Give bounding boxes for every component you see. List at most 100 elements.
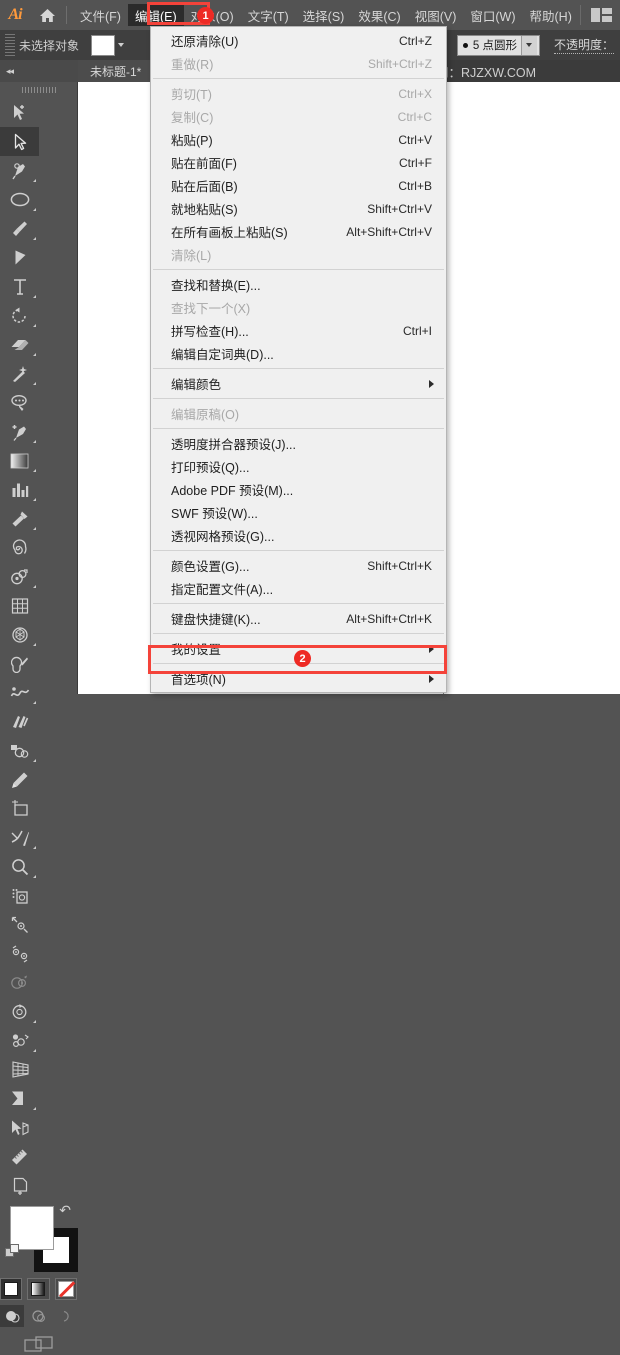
menu-file[interactable]: 文件(F): [73, 4, 128, 26]
chevron-down-icon[interactable]: [118, 43, 125, 47]
free-transform-tool[interactable]: [0, 939, 39, 968]
ellipse-tool[interactable]: [0, 185, 39, 214]
blend-tool[interactable]: [0, 562, 39, 591]
menu-item-print-presets[interactable]: 打印预设(Q)...: [151, 455, 446, 478]
menu-item-find-and-replace[interactable]: 查找和替换(E)...: [151, 273, 446, 296]
rotate-view-tool[interactable]: [0, 997, 39, 1026]
menu-item-label: 透视网格预设(G)...: [171, 530, 275, 544]
direct-selection-tool[interactable]: [0, 127, 39, 156]
rotate-tool[interactable]: [0, 301, 39, 330]
default-fill-stroke-icon[interactable]: [5, 1244, 20, 1264]
menu-item-assign-profile[interactable]: 指定配置文件(A)...: [151, 577, 446, 600]
menu-item-paste[interactable]: 粘贴(P) Ctrl+V: [151, 128, 446, 151]
selection-tool[interactable]: [0, 98, 39, 127]
menu-item-edit-custom-dictionary[interactable]: 编辑自定词典(D)...: [151, 342, 446, 365]
zoom-tool[interactable]: [0, 852, 39, 881]
menu-item-edit-colors[interactable]: 编辑颜色: [151, 372, 446, 395]
swap-fill-stroke-icon[interactable]: ↶: [59, 1202, 71, 1219]
menu-item-copy: 复制(C) Ctrl+C: [151, 105, 446, 128]
menu-item-preferences[interactable]: 首选项(N): [151, 667, 446, 690]
width-tool[interactable]: [0, 707, 39, 736]
column-graph-tool[interactable]: [0, 475, 39, 504]
pen-tool[interactable]: [0, 156, 39, 185]
menubar-right-divider: [580, 5, 581, 25]
new-artboard-tool[interactable]: [0, 1171, 39, 1200]
print-tiling-tool[interactable]: [0, 881, 39, 910]
scale-tool[interactable]: [0, 910, 39, 939]
edit-menu-dropdown[interactable]: 还原清除(U) Ctrl+Z 重做(R) Shift+Ctrl+Z 剪切(T) …: [150, 26, 447, 693]
menu-item-paste-in-place[interactable]: 就地粘贴(S) Shift+Ctrl+V: [151, 197, 446, 220]
reshape-tool[interactable]: [0, 968, 39, 997]
menu-item-paste-on-all-artboards[interactable]: 在所有画板上粘贴(S) Alt+Shift+Ctrl+V: [151, 220, 446, 243]
eyedropper-tool[interactable]: [0, 504, 39, 533]
control-bar-grip[interactable]: [5, 34, 15, 56]
collapse-panel-icon[interactable]: ◂◂: [0, 60, 78, 82]
color-mode-none[interactable]: [54, 1278, 77, 1300]
menu-item-shortcut: Alt+Shift+Ctrl+K: [346, 611, 432, 626]
menu-help[interactable]: 帮助(H): [523, 4, 579, 26]
menu-item-label: 复制(C): [171, 111, 214, 125]
shape-builder-tool[interactable]: [0, 243, 39, 272]
menu-item-check-spelling[interactable]: 拼写检查(H)... Ctrl+I: [151, 319, 446, 342]
warp-tool[interactable]: [0, 678, 39, 707]
gradient-tool[interactable]: [0, 446, 39, 475]
menu-item-label: 我的设置: [171, 643, 222, 657]
color-mode-solid[interactable]: [0, 1278, 23, 1300]
menu-item-paste-in-front[interactable]: 贴在前面(F) Ctrl+F: [151, 151, 446, 174]
magic-wand-tool[interactable]: [0, 359, 39, 388]
tools-panel-grip[interactable]: [0, 82, 77, 98]
menu-effect[interactable]: 效果(C): [351, 4, 407, 26]
menu-item-label: 清除(L): [171, 249, 212, 263]
menu-item-color-settings[interactable]: 颜色设置(G)... Shift+Ctrl+K: [151, 554, 446, 577]
perspective-selection-tool[interactable]: [0, 1113, 39, 1142]
shape-tool[interactable]: [0, 736, 39, 765]
measure-tool[interactable]: [0, 1142, 39, 1171]
live-paint-bucket-tool[interactable]: [0, 620, 39, 649]
stroke-profile-select[interactable]: 5 点圆形: [456, 34, 540, 56]
menu-window[interactable]: 窗口(W): [463, 4, 522, 26]
menu-item-paste-in-back[interactable]: 贴在后面(B) Ctrl+B: [151, 174, 446, 197]
menu-item-adobe-pdf-presets[interactable]: Adobe PDF 预设(M)...: [151, 478, 446, 501]
knife-tool[interactable]: [0, 1084, 39, 1113]
menu-item-label: 贴在后面(B): [171, 180, 238, 194]
submenu-arrow-icon: [429, 379, 434, 388]
blob-brush-tool[interactable]: [0, 649, 39, 678]
menu-item-perspective-grid-presets[interactable]: 透视网格预设(G)...: [151, 524, 446, 547]
lasso-tool[interactable]: [0, 388, 39, 417]
chevron-down-icon[interactable]: [520, 35, 537, 55]
menu-item-keyboard-shortcuts[interactable]: 键盘快捷键(K)... Alt+Shift+Ctrl+K: [151, 607, 446, 630]
menu-item-label: 打印预设(Q)...: [171, 461, 250, 475]
paintbrush-tool[interactable]: [0, 214, 39, 243]
menu-item-transparency-flattener-presets[interactable]: 透明度拼合器预设(J)...: [151, 432, 446, 455]
menu-item-label: 键盘快捷键(K)...: [171, 613, 261, 627]
document-tab[interactable]: 未标题-1*: [78, 60, 155, 82]
draw-normal-mode[interactable]: [0, 1305, 25, 1327]
arrange-documents-icon[interactable]: [591, 8, 612, 22]
fill-swatch-control[interactable]: [91, 34, 116, 56]
eraser-tool[interactable]: [0, 330, 39, 359]
slice-tool[interactable]: [0, 823, 39, 852]
spiral-tool[interactable]: [0, 533, 39, 562]
menu-item-swf-presets[interactable]: SWF 预设(W)...: [151, 501, 446, 524]
draw-behind-mode[interactable]: [26, 1305, 50, 1327]
pencil-tool[interactable]: [0, 765, 39, 794]
menu-view[interactable]: 视图(V): [408, 4, 464, 26]
symbol-sprayer-tool[interactable]: [0, 1026, 39, 1055]
change-screen-mode-icon[interactable]: [0, 1335, 77, 1355]
mesh-tool[interactable]: [0, 591, 39, 620]
fill-stroke-controls: ↶: [0, 1202, 78, 1276]
menu-select[interactable]: 选择(S): [296, 4, 352, 26]
opacity-label[interactable]: 不透明度：: [553, 36, 614, 54]
menu-item-label: 透明度拼合器预设(J)...: [171, 438, 296, 452]
perspective-grid-tool[interactable]: [0, 1055, 39, 1084]
artboard-tool[interactable]: [0, 794, 39, 823]
color-mode-gradient[interactable]: [27, 1278, 50, 1300]
menu-type[interactable]: 文字(T): [241, 4, 296, 26]
type-tool[interactable]: [0, 272, 39, 301]
menu-item-undo[interactable]: 还原清除(U) Ctrl+Z: [151, 29, 446, 52]
add-anchor-point-tool[interactable]: [0, 417, 39, 446]
home-icon[interactable]: [30, 0, 64, 30]
menu-item-label: 就地粘贴(S): [171, 203, 238, 217]
menu-edit[interactable]: 编辑(E): [127, 4, 184, 26]
draw-inside-mode[interactable]: [53, 1305, 77, 1327]
